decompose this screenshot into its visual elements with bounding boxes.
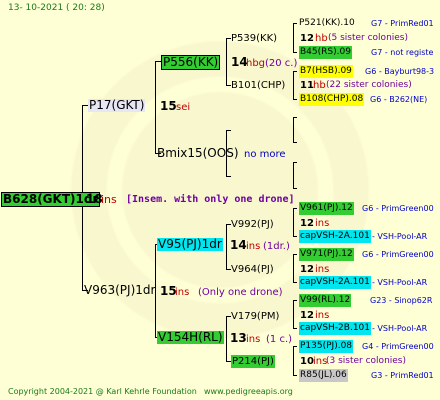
gen4-4-info: G6 - B262(NE) xyxy=(370,95,428,104)
gen3-a1-year: 12 xyxy=(300,33,314,44)
connector xyxy=(293,328,297,329)
gen3-d2-note: (3 sister colonies) xyxy=(326,356,407,366)
connector xyxy=(293,142,297,143)
connector xyxy=(155,61,156,153)
pedigree-chart: 13- 10-2021 ( 20: 28) B628(GKT)1dr 18 in… xyxy=(0,0,440,400)
gen3-d1-mating: ins xyxy=(315,310,330,321)
queen-gen4-6[interactable]: capVSH-2A.101 xyxy=(299,230,371,243)
gen4-2-info: G7 - not registe xyxy=(371,48,434,57)
queen-gen2-d[interactable]: V154H(RL) xyxy=(157,331,224,344)
gen2-a-mating: hbg xyxy=(246,58,266,69)
connector xyxy=(226,38,227,85)
connector xyxy=(293,162,297,163)
connector xyxy=(293,346,294,375)
connector xyxy=(293,375,297,376)
gen3-c1-year: 12 xyxy=(300,218,314,229)
gen2-a-note: (20 c.) xyxy=(265,58,298,69)
gen3-a1-note: (5 sister colonies) xyxy=(328,33,409,43)
connector xyxy=(293,254,294,282)
gen4-6-info: - VSH-Pool-AR xyxy=(372,232,428,241)
gen4-8-info: - VSH-Pool-AR xyxy=(372,278,428,287)
connector xyxy=(293,188,297,189)
queen-father-side[interactable]: P17(GKT) xyxy=(88,99,146,112)
connector xyxy=(293,208,294,236)
gen2-d-note: (1 c.) xyxy=(266,334,293,345)
gen4-11-info: G4 - PrimGreen00 xyxy=(362,342,434,351)
gen1-lower-note: (Only one drone) xyxy=(198,287,283,298)
gen4-12-info: G3 - PrimRed01 xyxy=(371,371,434,380)
gen3-a2-mating: hb xyxy=(313,80,326,91)
gen2-d-year: 13 xyxy=(230,331,247,345)
gen4-3-info: G6 - Bayburt98-3 xyxy=(365,67,435,76)
connector xyxy=(293,208,297,209)
date-stamp: 13- 10-2021 ( 20: 28) xyxy=(8,3,105,13)
gen1-lower-mating: ins xyxy=(175,287,190,298)
connector xyxy=(226,130,231,131)
queen-gen2-b[interactable]: Bmix15(OOS) xyxy=(157,147,239,160)
gen4-1-info: G7 - PrimRed01 xyxy=(371,19,434,28)
queen-gen4-4[interactable]: B108(CHP).08 xyxy=(299,93,365,106)
queen-mother-side[interactable]: V963(PJ)1dr xyxy=(84,284,155,297)
queen-gen4-7[interactable]: V971(PJ).12 xyxy=(299,248,354,261)
gen4-7-info: G6 - PrimGreen00 xyxy=(362,250,434,259)
connector xyxy=(226,176,231,177)
root-mating: ins xyxy=(101,193,117,206)
queen-gen4-1[interactable]: P521(KK).10 xyxy=(299,17,355,30)
gen4-5-info: G6 - PrimGreen00 xyxy=(362,204,434,213)
connector xyxy=(293,117,297,118)
root-note: [Insem. with only one drone] xyxy=(126,194,295,205)
queen-gen3-a2[interactable]: B101(CHP) xyxy=(231,79,285,92)
connector xyxy=(226,316,227,361)
queen-gen3-a1[interactable]: P539(KK) xyxy=(231,32,277,45)
queen-gen3-c1[interactable]: V992(PJ) xyxy=(231,218,274,231)
queen-gen2-c[interactable]: V95(PJ)1dr xyxy=(157,238,223,251)
gen2-c-mating: ins xyxy=(246,241,261,252)
queen-gen4-11[interactable]: P135(PJ).08 xyxy=(299,340,354,353)
connector xyxy=(293,71,294,99)
connector xyxy=(293,162,294,188)
connector xyxy=(293,52,297,53)
connector xyxy=(293,300,297,301)
copyright-text: Copyright 2004-2021 @ Karl Kehrle Founda… xyxy=(8,387,197,396)
connector xyxy=(293,300,294,328)
connector xyxy=(293,23,297,24)
gen3-a2-year: 11 xyxy=(300,80,314,91)
gen3-c2-mating: ins xyxy=(315,264,330,275)
gen1-upper-mating: sei xyxy=(176,102,191,113)
gen3-d1-year: 12 xyxy=(300,310,314,321)
queen-gen4-9[interactable]: V99(RL).12 xyxy=(299,294,352,307)
gen4-9-info: G23 - Sinop62R xyxy=(370,296,433,305)
gen2-b-note: no more xyxy=(244,149,286,160)
gen3-a1-mating: hb xyxy=(315,33,328,44)
queen-gen3-d2[interactable]: P214(PJ) xyxy=(231,355,275,368)
gen3-a2-note: (22 sister colonies) xyxy=(326,80,412,90)
queen-gen4-8[interactable]: capVSH-2A.101 xyxy=(299,276,371,289)
gen3-c1-mating: ins xyxy=(315,218,330,229)
connector xyxy=(293,23,294,52)
queen-gen4-5[interactable]: V961(PJ).12 xyxy=(299,202,354,215)
gen2-c-note: (1dr.) xyxy=(263,241,290,252)
queen-gen4-3[interactable]: B7(HSB).09 xyxy=(299,65,353,78)
gen4-10-info: - VSH-Pool-AR xyxy=(372,324,428,333)
queen-gen4-2[interactable]: B45(RS).09 xyxy=(299,46,352,59)
site-link[interactable]: www.pedigreeapis.org xyxy=(204,385,293,398)
gen2-d-mating: ins xyxy=(246,334,261,345)
queen-gen3-c2[interactable]: V964(PJ) xyxy=(231,263,274,276)
connector xyxy=(226,224,227,269)
connector xyxy=(293,254,297,255)
connector xyxy=(293,346,297,347)
queen-gen2-a[interactable]: P556(KK) xyxy=(161,55,221,70)
queen-gen3-d1[interactable]: V179(PM) xyxy=(231,310,279,323)
gen3-d2-year: 10 xyxy=(300,356,314,367)
queen-gen4-10[interactable]: capVSH-2B.101 xyxy=(299,322,372,335)
connector xyxy=(293,117,294,142)
queen-gen4-12[interactable]: R85(JL).06 xyxy=(299,369,348,382)
connector xyxy=(293,71,297,72)
connector xyxy=(293,236,297,237)
gen3-c2-year: 12 xyxy=(300,264,314,275)
gen2-c-year: 14 xyxy=(230,238,247,252)
connector xyxy=(293,282,297,283)
connector xyxy=(293,99,297,100)
gen1-upper-year: 15 xyxy=(160,99,177,113)
